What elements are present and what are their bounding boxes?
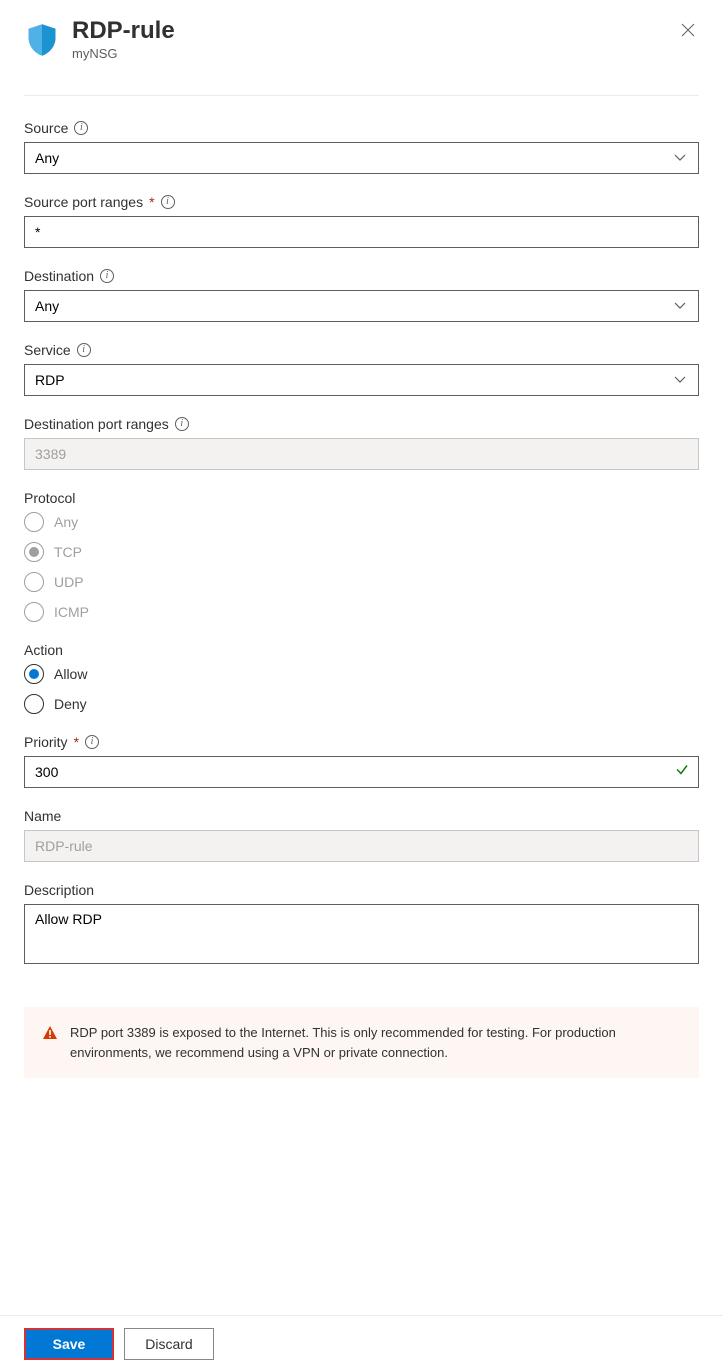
close-icon [681, 23, 695, 37]
dest-port-ranges-input [24, 438, 699, 470]
info-icon[interactable]: i [175, 417, 189, 431]
description-label: Description [24, 882, 94, 898]
service-label: Service [24, 342, 71, 358]
action-label: Action [24, 642, 63, 658]
nsg-rule-panel: RDP-rule myNSG Source i Any Source port … [0, 0, 723, 1372]
service-select[interactable]: RDP [24, 364, 699, 396]
source-select[interactable]: Any [24, 142, 699, 174]
priority-input[interactable] [24, 756, 699, 788]
required-indicator: * [74, 734, 79, 750]
protocol-radio-group: Any TCP UDP ICMP [24, 512, 699, 622]
info-icon[interactable]: i [77, 343, 91, 357]
destination-label: Destination [24, 268, 94, 284]
discard-button[interactable]: Discard [124, 1328, 214, 1360]
destination-select[interactable]: Any [24, 290, 699, 322]
action-radio-group: Allow Deny [24, 664, 699, 714]
required-indicator: * [149, 194, 154, 210]
priority-label: Priority [24, 734, 68, 750]
protocol-option-any: Any [24, 512, 699, 532]
protocol-option-tcp: TCP [24, 542, 699, 562]
protocol-option-icmp: ICMP [24, 602, 699, 622]
page-subtitle: myNSG [72, 46, 665, 61]
info-icon[interactable]: i [100, 269, 114, 283]
protocol-option-udp: UDP [24, 572, 699, 592]
warning-icon [42, 1025, 58, 1041]
close-button[interactable] [677, 18, 699, 44]
divider [24, 95, 699, 96]
info-icon[interactable]: i [161, 195, 175, 209]
panel-header: RDP-rule myNSG [24, 18, 699, 61]
name-label: Name [24, 808, 61, 824]
save-button[interactable]: Save [24, 1328, 114, 1360]
name-input [24, 830, 699, 862]
shield-icon [24, 22, 60, 58]
protocol-label: Protocol [24, 490, 75, 506]
info-icon[interactable]: i [74, 121, 88, 135]
check-icon [675, 763, 689, 782]
dest-port-ranges-label: Destination port ranges [24, 416, 169, 432]
source-port-ranges-input[interactable] [24, 216, 699, 248]
source-port-ranges-label: Source port ranges [24, 194, 143, 210]
action-option-deny[interactable]: Deny [24, 694, 699, 714]
warning-text: RDP port 3389 is exposed to the Internet… [70, 1023, 681, 1062]
description-input[interactable] [24, 904, 699, 964]
action-option-allow[interactable]: Allow [24, 664, 699, 684]
source-label: Source [24, 120, 68, 136]
info-icon[interactable]: i [85, 735, 99, 749]
page-title: RDP-rule [72, 18, 665, 44]
panel-footer: Save Discard [0, 1315, 723, 1372]
warning-alert: RDP port 3389 is exposed to the Internet… [24, 1007, 699, 1078]
